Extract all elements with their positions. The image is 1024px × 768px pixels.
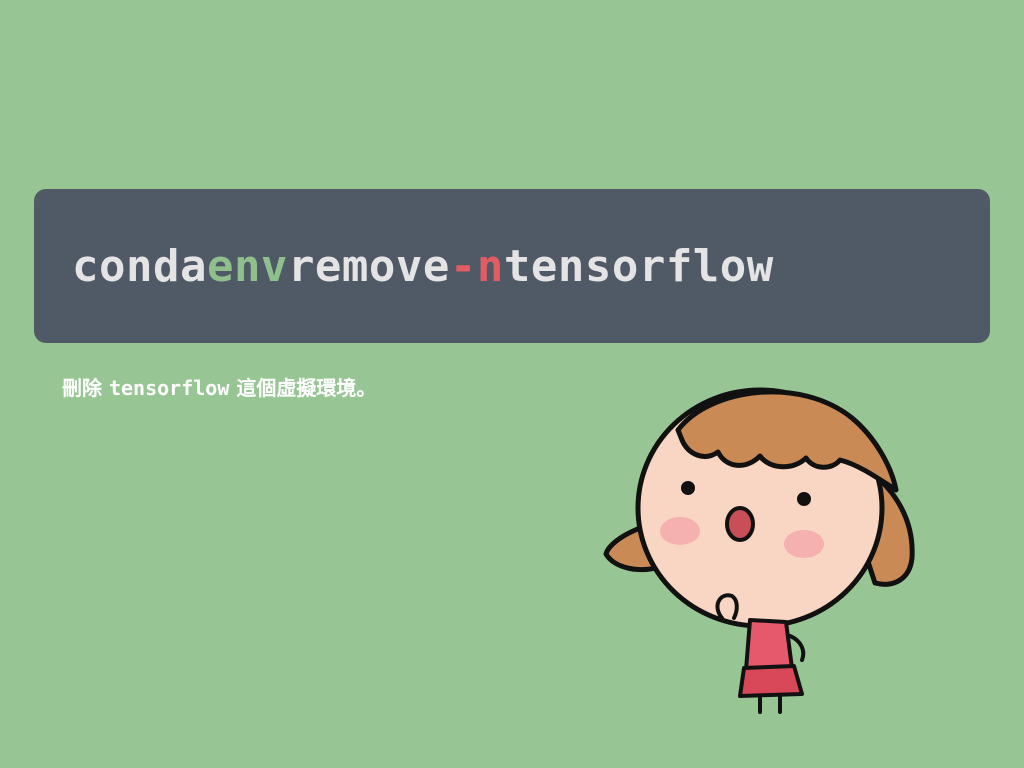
caption-text: 刪除 tensorflow 這個虛擬環境。 (62, 372, 376, 401)
command-action: remove (287, 240, 450, 292)
command-subcommand: env (206, 240, 288, 292)
caption-suffix: 這個虛擬環境。 (229, 376, 377, 400)
caption-env-name: tensorflow (108, 376, 230, 400)
command-flag: -n (449, 240, 504, 292)
command-code-block: conda env remove -n tensorflow (34, 189, 990, 343)
girl-character-icon (603, 387, 915, 714)
caption-prefix: 刪除 (62, 376, 109, 400)
slide: conda env remove -n tensorflow 刪除 tensor… (0, 0, 1024, 768)
command-target: tensorflow (503, 240, 774, 292)
command-program: conda (72, 240, 207, 292)
